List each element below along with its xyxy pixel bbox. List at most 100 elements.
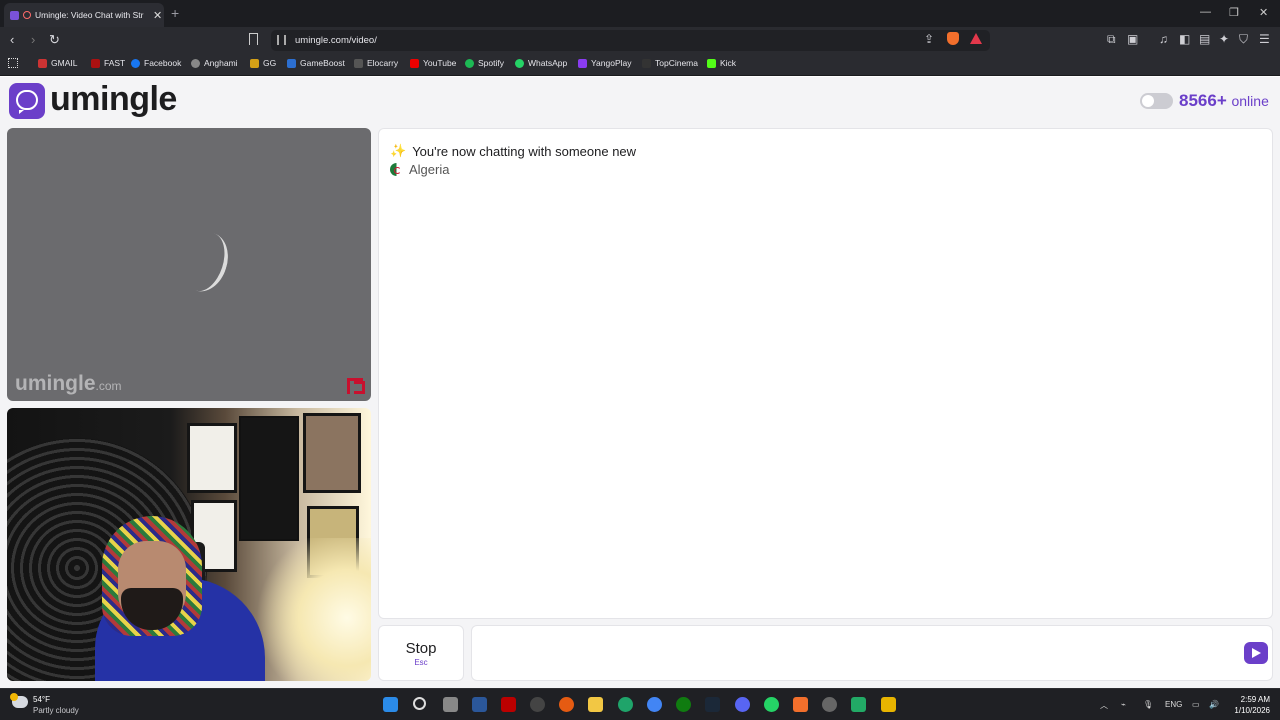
windows-taskbar: 54°F Partly cloudy ︿ ⌁ 🎙 ENG ▭ 🔊 2:59 AM… [0, 688, 1280, 720]
gameboost-icon [287, 58, 296, 68]
share-icon[interactable]: ⇪ [924, 32, 934, 46]
address-bar[interactable]: umingle.com/video/ [271, 30, 990, 51]
chat-log[interactable]: ✨ You're now chatting with someone new A… [378, 128, 1273, 619]
new-tab-button[interactable]: + [171, 5, 179, 21]
extensions-icon[interactable]: ⧉ [1107, 32, 1116, 47]
bookmark-gmail[interactable]: GMAIL [38, 58, 77, 68]
browser-tabbar: Umingle: Video Chat with Str ✕ + — ❐ ✕ [0, 0, 1280, 27]
stop-button[interactable]: Stop Esc [378, 625, 464, 681]
start-icon[interactable] [383, 697, 398, 712]
bookmark-elocarry[interactable]: Elocarry [354, 58, 398, 68]
language-indicator[interactable]: ENG [1165, 700, 1182, 709]
brave-rewards-icon[interactable] [970, 33, 982, 44]
whatsapp-taskbar-icon[interactable] [764, 697, 779, 712]
tab-title: Umingle: Video Chat with Str [35, 10, 144, 20]
search-icon[interactable] [413, 697, 426, 710]
network-icon[interactable]: ⌁ [1121, 700, 1126, 709]
bookmark-facebook[interactable]: Facebook [131, 58, 181, 68]
fast-icon [91, 58, 100, 68]
sparkles-icon: ✨ [390, 143, 407, 158]
reload-icon[interactable]: ↻ [49, 32, 60, 48]
back-icon[interactable]: ‹ [10, 32, 14, 47]
system-clock[interactable]: 2:59 AM 1/10/2026 [1230, 694, 1270, 716]
menu-icon[interactable]: ☰ [1259, 32, 1270, 46]
discord-icon[interactable] [735, 697, 750, 712]
umingle-logo-icon[interactable] [9, 83, 45, 119]
weather-description[interactable]: Partly cloudy [33, 706, 79, 715]
bookmark-gameboost[interactable]: GameBoost [287, 58, 345, 68]
browser-tab[interactable]: Umingle: Video Chat with Str ✕ [4, 3, 164, 27]
bookmark-yangoplay[interactable]: YangoPlay [578, 58, 631, 68]
algeria-flag-icon [390, 163, 403, 176]
send-icon[interactable] [1244, 642, 1268, 664]
local-webcam-video [7, 408, 371, 681]
theme-toggle[interactable] [1140, 93, 1173, 109]
partly-cloudy-icon[interactable] [10, 693, 28, 708]
gg-icon [250, 58, 259, 68]
wallet-icon[interactable]: ▤ [1199, 32, 1210, 46]
browser-toolbar: ‹ › ↻ umingle.com/video/ ⇪ ⧉ ▣ ♫ ◧ ▤ ✦ ⛉… [0, 27, 1280, 53]
site-settings-icon[interactable] [277, 35, 286, 45]
umingle-page: umingle 8566+ online umingle.com ✨ You'r… [0, 77, 1280, 688]
app-icon[interactable] [851, 697, 866, 712]
file-explorer-icon[interactable] [588, 697, 603, 712]
ea-icon[interactable] [559, 697, 574, 712]
brave-taskbar-icon[interactable] [793, 697, 808, 712]
recording-icon [23, 11, 31, 19]
elocarry-icon [354, 58, 363, 68]
sidebar-icon[interactable]: ◧ [1179, 32, 1190, 46]
media-icon[interactable]: ♫ [1159, 32, 1168, 46]
bookmark-whatsapp[interactable]: WhatsApp [515, 58, 567, 68]
bookmark-spotify[interactable]: Spotify [465, 58, 504, 68]
screenshot-icon[interactable]: ▣ [1127, 32, 1138, 46]
forward-icon[interactable]: › [31, 32, 35, 47]
obs-icon[interactable] [530, 697, 545, 712]
clock-time: 2:59 AM [1240, 695, 1270, 704]
settings-gear-icon[interactable] [822, 697, 837, 712]
garmin-icon[interactable] [618, 697, 633, 712]
word-icon[interactable] [472, 697, 487, 712]
bookmark-gg[interactable]: GG [250, 58, 276, 68]
close-window-icon[interactable]: ✕ [1259, 6, 1268, 19]
bookmark-anghami[interactable]: Anghami [191, 58, 238, 68]
app-icon[interactable] [881, 697, 896, 712]
stranger-country: Algeria [390, 162, 449, 177]
xbox-icon[interactable] [676, 697, 691, 712]
bookmark-fast[interactable]: FAST [91, 58, 125, 68]
microphone-icon[interactable]: 🎙 [1143, 700, 1153, 709]
topcinema-icon [642, 58, 651, 68]
netflix-icon[interactable] [501, 697, 516, 712]
vpn-shield-icon[interactable]: ⛉ [1239, 32, 1248, 47]
show-hidden-icons-icon[interactable]: ︿ [1100, 700, 1108, 711]
bookmark-kick[interactable]: Kick [707, 58, 736, 68]
lamp-glow [257, 538, 371, 681]
yangoplay-icon [578, 58, 587, 68]
minimize-icon[interactable]: — [1200, 6, 1211, 18]
chrome-icon[interactable] [647, 697, 662, 712]
weather-temperature[interactable]: 54°F [33, 695, 50, 704]
display-icon[interactable]: ▭ [1192, 700, 1200, 709]
wall-frame [303, 413, 361, 493]
facebook-icon [131, 58, 140, 68]
task-view-icon[interactable] [443, 697, 458, 712]
online-label: online [1231, 93, 1269, 109]
apps-grid-icon[interactable] [8, 58, 18, 68]
leo-ai-icon[interactable]: ✦ [1219, 32, 1229, 46]
bookmark-icon[interactable] [249, 33, 258, 45]
youtube-icon [410, 58, 419, 68]
site-logo-text[interactable]: umingle [50, 80, 177, 119]
stop-label: Stop [405, 640, 437, 657]
message-input[interactable] [471, 625, 1273, 681]
bookmark-youtube[interactable]: YouTube [410, 58, 456, 68]
spotify-icon [465, 58, 474, 68]
bookmark-topcinema[interactable]: TopCinema [642, 58, 698, 68]
clock-date: 1/10/2026 [1234, 706, 1270, 715]
kick-icon [707, 58, 716, 68]
stop-shortcut: Esc [414, 658, 428, 667]
steam-icon[interactable] [705, 697, 720, 712]
restore-icon[interactable]: ❐ [1229, 6, 1239, 19]
volume-icon[interactable]: 🔊 [1209, 700, 1219, 709]
report-flag-icon[interactable] [347, 378, 365, 394]
close-tab-icon[interactable]: ✕ [153, 9, 162, 22]
brave-shields-icon[interactable] [947, 32, 959, 45]
